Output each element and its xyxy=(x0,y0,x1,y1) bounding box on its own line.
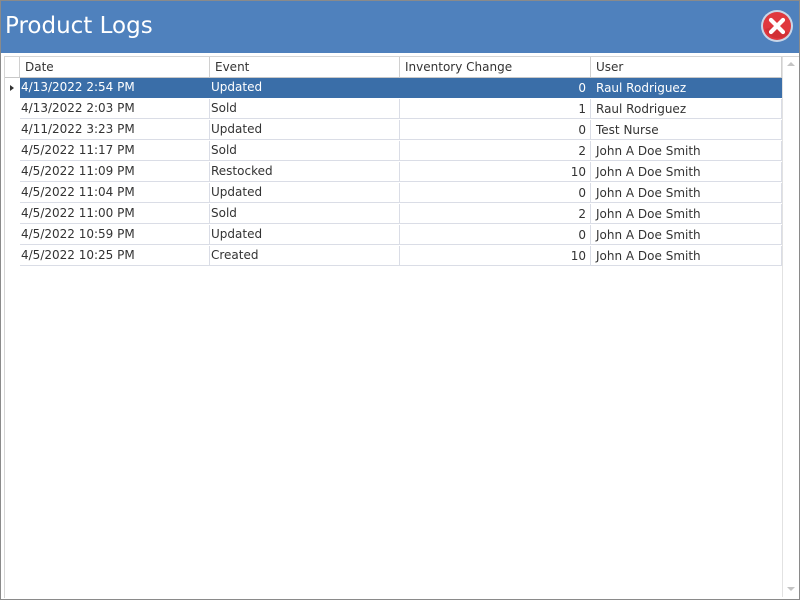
cell-date[interactable]: 4/5/2022 10:59 PM xyxy=(20,225,210,245)
cell-user[interactable]: John A Doe Smith xyxy=(591,204,782,224)
cell-user[interactable]: John A Doe Smith xyxy=(591,183,782,203)
cell-date[interactable]: 4/5/2022 11:09 PM xyxy=(20,162,210,182)
cell-user[interactable]: Raul Rodriguez xyxy=(591,78,782,98)
table-row[interactable]: 4/5/2022 11:09 PM Restocked 10 John A Doe S… xyxy=(5,162,782,183)
cell-inventory-change[interactable]: 10 xyxy=(400,246,591,266)
column-header-inventory-change[interactable]: Inventory Change xyxy=(400,57,591,77)
scroll-down-icon[interactable] xyxy=(787,587,795,591)
cell-event[interactable]: Restocked xyxy=(210,162,400,182)
product-logs-window: Product Logs Date Event Inventory Change… xyxy=(0,0,800,600)
vertical-scrollbar[interactable] xyxy=(782,57,799,597)
cell-inventory-change[interactable]: 2 xyxy=(400,141,591,161)
cell-date[interactable]: 4/11/2022 3:23 PM xyxy=(20,120,210,140)
cell-date[interactable]: 4/5/2022 11:17 PM xyxy=(20,141,210,161)
row-header[interactable] xyxy=(5,183,20,204)
cell-user[interactable]: John A Doe Smith xyxy=(591,225,782,245)
grid-header: Date Event Inventory Change User xyxy=(5,57,782,78)
cell-inventory-change[interactable]: 1 xyxy=(400,99,591,119)
row-header[interactable] xyxy=(5,204,20,225)
table-row[interactable]: 4/13/2022 2:03 PM Sold 1 Raul Rodriguez xyxy=(5,99,782,120)
cell-event[interactable]: Updated xyxy=(210,120,400,140)
close-icon xyxy=(761,10,793,42)
column-header-date[interactable]: Date xyxy=(20,57,210,77)
cell-date[interactable]: 4/5/2022 11:00 PM xyxy=(20,204,210,224)
cell-event[interactable]: Updated xyxy=(210,225,400,245)
table-row[interactable]: 4/11/2022 3:23 PM Updated 0 Test Nurse xyxy=(5,120,782,141)
row-header[interactable] xyxy=(5,99,20,120)
cell-user[interactable]: Test Nurse xyxy=(591,120,782,140)
row-header-corner xyxy=(5,57,20,77)
close-button[interactable] xyxy=(760,9,794,43)
cell-date[interactable]: 4/13/2022 2:03 PM xyxy=(20,99,210,119)
cell-inventory-change[interactable]: 0 xyxy=(400,225,591,245)
cell-event[interactable]: Created xyxy=(210,246,400,266)
cell-event[interactable]: Sold xyxy=(210,99,400,119)
row-header[interactable] xyxy=(5,141,20,162)
row-header[interactable] xyxy=(5,162,20,183)
product-logs-grid[interactable]: Date Event Inventory Change User 4/13/20… xyxy=(4,56,799,598)
window-title: Product Logs xyxy=(5,13,153,39)
cell-inventory-change[interactable]: 0 xyxy=(400,78,591,98)
table-row[interactable]: 4/5/2022 11:00 PM Sold 2 John A Doe Smith xyxy=(5,204,782,225)
cell-user[interactable]: John A Doe Smith xyxy=(591,141,782,161)
cell-event[interactable]: Updated xyxy=(210,78,400,98)
row-header[interactable] xyxy=(5,120,20,141)
cell-user[interactable]: John A Doe Smith xyxy=(591,246,782,266)
row-header[interactable] xyxy=(5,78,20,99)
cell-date[interactable]: 4/5/2022 10:25 PM xyxy=(20,246,210,266)
table-row[interactable]: 4/5/2022 11:17 PM Sold 2 John A Doe Smith xyxy=(5,141,782,162)
cell-inventory-change[interactable]: 0 xyxy=(400,183,591,203)
table-row[interactable]: 4/5/2022 11:04 PM Updated 0 John A Doe Smit… xyxy=(5,183,782,204)
cell-date[interactable]: 4/13/2022 2:54 PM xyxy=(20,78,210,98)
table-row[interactable]: 4/5/2022 10:25 PM Created 10 John A Doe Smi… xyxy=(5,246,782,267)
row-header[interactable] xyxy=(5,246,20,267)
title-bar: Product Logs xyxy=(1,1,799,53)
current-row-arrow-icon xyxy=(10,85,14,91)
cell-inventory-change[interactable]: 10 xyxy=(400,162,591,182)
scroll-up-icon[interactable] xyxy=(787,62,795,66)
column-header-user[interactable]: User xyxy=(591,57,782,77)
cell-user[interactable]: John A Doe Smith xyxy=(591,162,782,182)
cell-inventory-change[interactable]: 0 xyxy=(400,120,591,140)
cell-date[interactable]: 4/5/2022 11:04 PM xyxy=(20,183,210,203)
cell-user[interactable]: Raul Rodriguez xyxy=(591,99,782,119)
table-row[interactable]: 4/13/2022 2:54 PM Updated 0 Raul Rodriguez xyxy=(5,78,782,99)
table-row[interactable]: 4/5/2022 10:59 PM Updated 0 John A Doe Smit… xyxy=(5,225,782,246)
cell-event[interactable]: Sold xyxy=(210,141,400,161)
column-header-event[interactable]: Event xyxy=(210,57,400,77)
row-header[interactable] xyxy=(5,225,20,246)
cell-event[interactable]: Updated xyxy=(210,183,400,203)
cell-event[interactable]: Sold xyxy=(210,204,400,224)
cell-inventory-change[interactable]: 2 xyxy=(400,204,591,224)
